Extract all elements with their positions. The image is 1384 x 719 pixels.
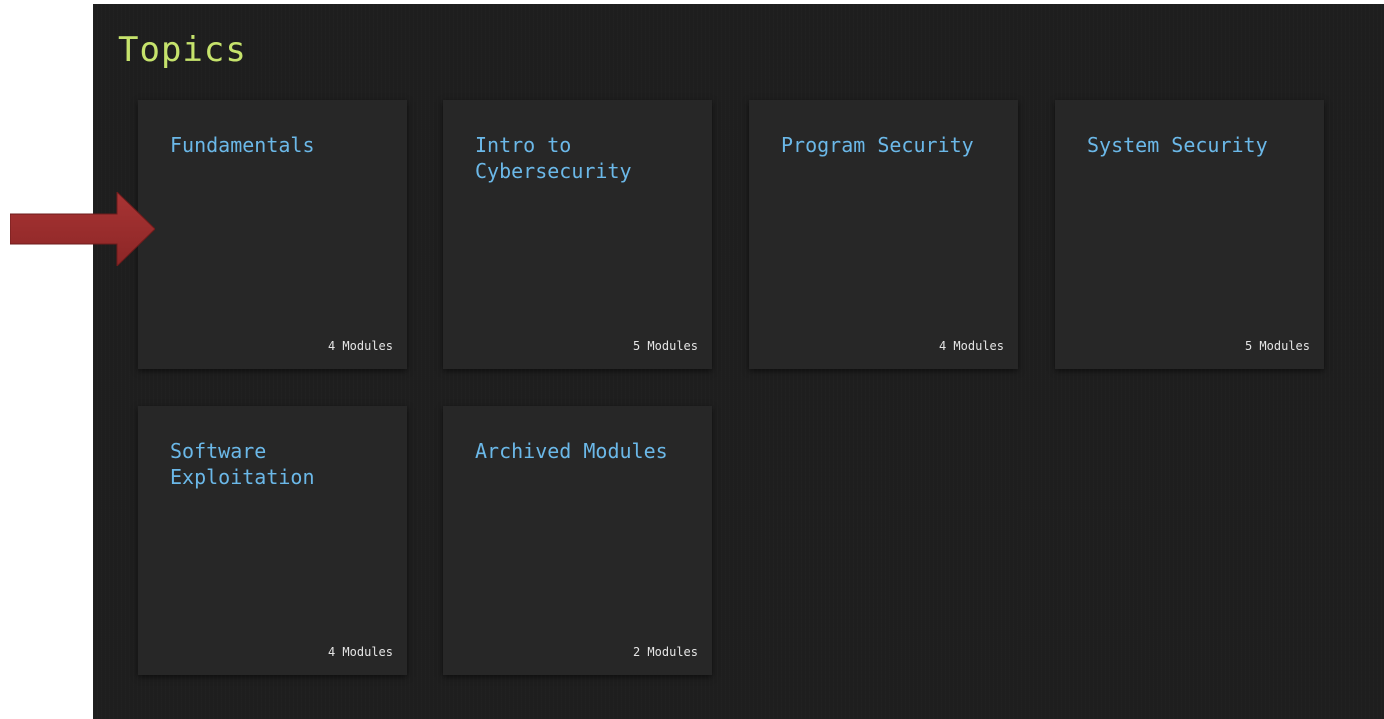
topic-card-intro-to-cybersecurity[interactable]: Intro to Cybersecurity 5 Modules	[443, 100, 712, 369]
topic-card-module-count: 4 Modules	[327, 645, 393, 659]
topic-card-module-count: 2 Modules	[632, 645, 698, 659]
topic-card-title: Intro to Cybersecurity	[475, 133, 632, 183]
topic-card-program-security[interactable]: Program Security 4 Modules	[749, 100, 1018, 369]
right-arrow-icon	[10, 192, 155, 266]
topic-card-module-count: 5 Modules	[1244, 339, 1310, 353]
topic-card-module-count: 5 Modules	[632, 339, 698, 353]
topic-card-module-count: 4 Modules	[327, 339, 393, 353]
topic-card-fundamentals[interactable]: Fundamentals 4 Modules	[138, 100, 407, 369]
topic-card-module-count: 4 Modules	[938, 339, 1004, 353]
topics-screen: Topics Fundamentals 4 Modules Intro to C…	[93, 4, 1384, 719]
topic-card-archived-modules[interactable]: Archived Modules 2 Modules	[443, 406, 712, 675]
topic-card-system-security[interactable]: System Security 5 Modules	[1055, 100, 1324, 369]
topic-card-title: Archived Modules	[475, 439, 668, 463]
topic-card-title: Software Exploitation	[170, 439, 315, 489]
topic-card-title: System Security	[1087, 133, 1268, 157]
topic-card-software-exploitation[interactable]: Software Exploitation 4 Modules	[138, 406, 407, 675]
topic-card-title: Fundamentals	[170, 133, 315, 157]
page-title: Topics	[118, 30, 247, 70]
topic-card-title: Program Security	[781, 133, 974, 157]
